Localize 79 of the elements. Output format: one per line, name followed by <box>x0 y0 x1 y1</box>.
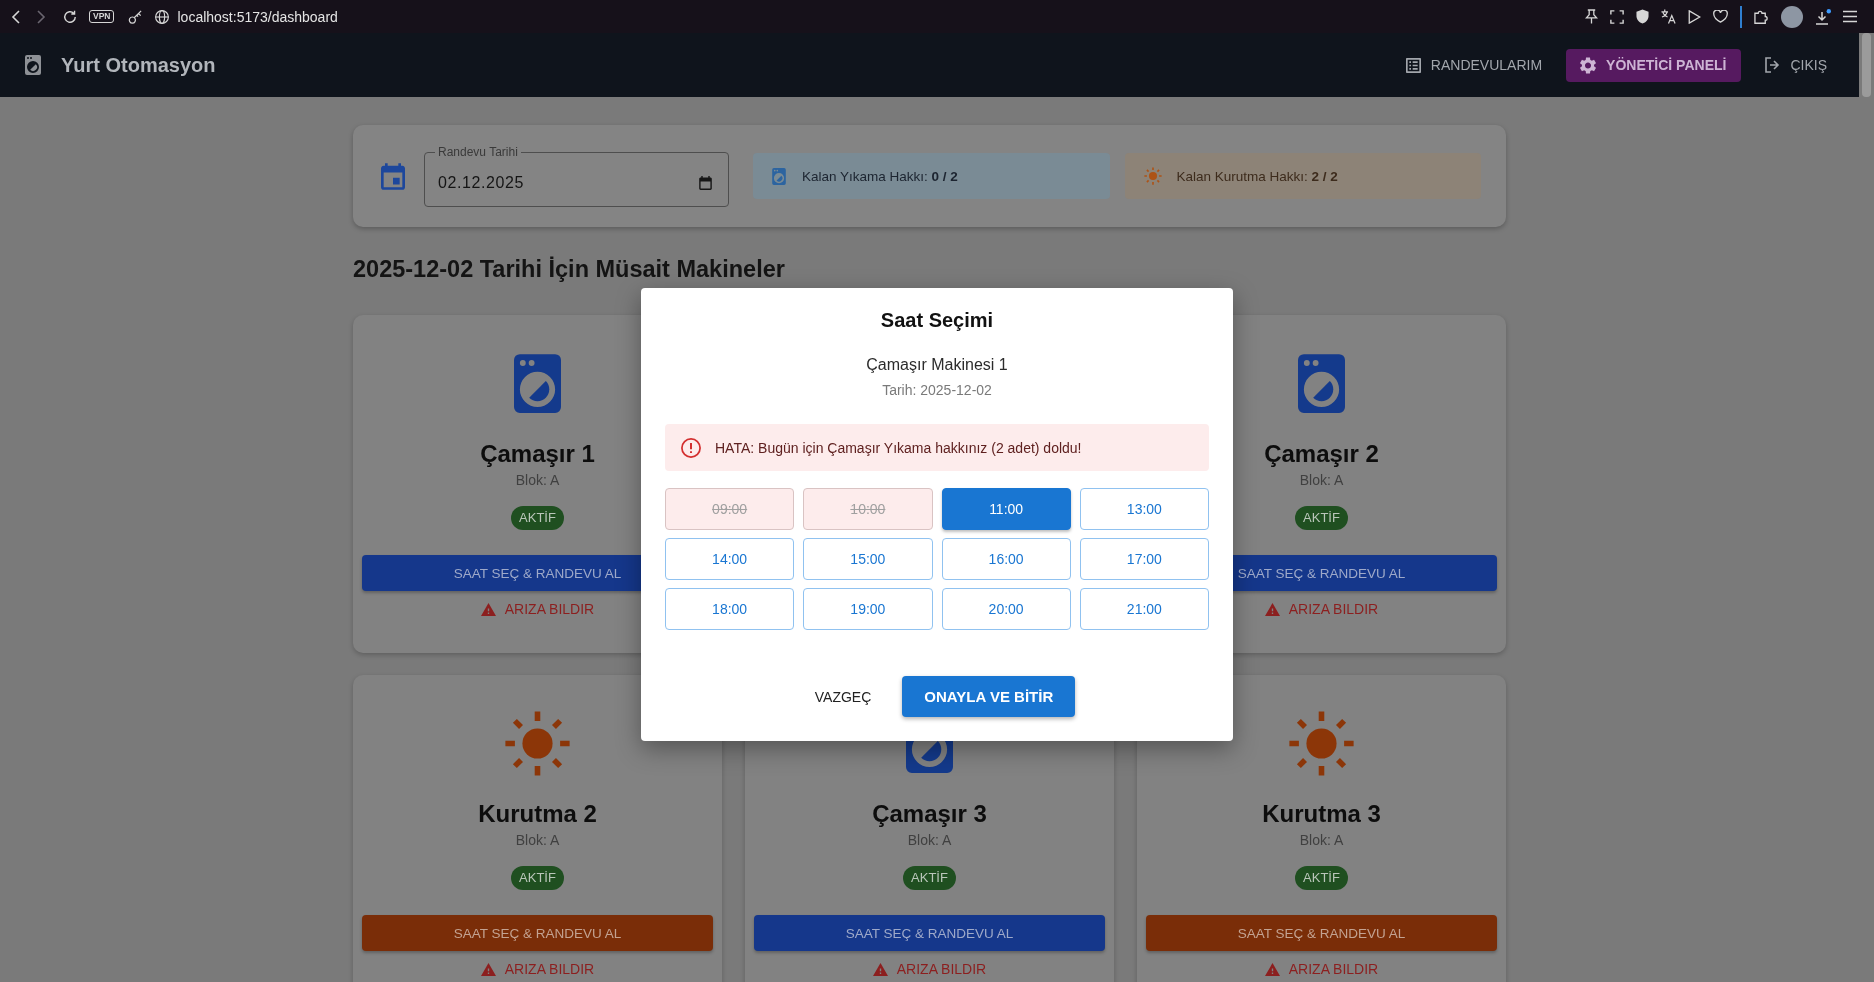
washer-icon <box>772 167 786 185</box>
status-badge: AKTİF <box>511 866 564 890</box>
warning-icon <box>1264 602 1280 616</box>
block-label: Blok: A <box>1299 831 1344 850</box>
book-button[interactable]: SAAT SEÇ & RANDEVU AL <box>754 915 1105 951</box>
avatar-icon[interactable] <box>1781 5 1803 28</box>
play-icon[interactable] <box>1688 9 1701 24</box>
status-badge: AKTİF <box>511 506 564 530</box>
time-slot-button[interactable]: 20:00 <box>941 588 1071 630</box>
warning-icon <box>480 962 496 976</box>
nav-button[interactable]: ÇIKIŞ <box>1753 48 1839 82</box>
machine-name: Çamaşır 3 <box>872 800 987 828</box>
date-label: Tarih: 2025-12-02 <box>881 381 993 399</box>
scrollbar-thumb[interactable] <box>1862 33 1871 97</box>
download-icon[interactable] <box>1815 8 1831 25</box>
puzzle-icon[interactable] <box>1754 9 1769 24</box>
time-slot-button[interactable]: 18:00 <box>665 588 795 630</box>
dialog-title: Saat Seçimi <box>879 308 995 333</box>
washer-icon <box>1298 353 1345 413</box>
warning-icon <box>480 602 496 616</box>
washer-icon <box>514 353 561 413</box>
cancel-button[interactable]: VAZGEÇ <box>798 676 888 717</box>
block-label: Blok: A <box>515 831 560 850</box>
globe-icon <box>155 9 170 24</box>
confirm-button[interactable]: ONAYLA VE BİTİR <box>902 676 1076 717</box>
date-field[interactable]: Randevu Tarihi 02.12.2025 <box>424 145 729 207</box>
error-message: HATA: Bugün için Çamaşır Yıkama hakkınız (2 adet) doldu! <box>715 439 1082 456</box>
url-text[interactable]: localhost:5173/dashboard <box>177 8 338 25</box>
status-badge: AKTİF <box>903 866 956 890</box>
sun-icon <box>1143 167 1162 185</box>
vpn-badge[interactable]: VPN <box>89 10 115 23</box>
book-button[interactable]: SAAT SEÇ & RANDEVU AL <box>362 915 713 951</box>
block-label: Blok: A <box>907 831 952 850</box>
nav-button[interactable]: YÖNETİCİ PANELİ <box>1566 48 1742 82</box>
time-slot-button[interactable]: 17:00 <box>1079 538 1209 580</box>
status-badge: AKTİF <box>1295 866 1348 890</box>
key-icon[interactable] <box>128 9 143 24</box>
back-icon[interactable] <box>11 9 20 24</box>
quota-text: Kalan Yıkama Hakkı: 0 / 2 <box>802 168 958 184</box>
time-slot-button[interactable]: 16:00 <box>941 538 1071 580</box>
time-slot-button[interactable]: 11:00 <box>941 488 1071 530</box>
forward-icon[interactable] <box>37 9 46 24</box>
machine-name: Çamaşır 1 <box>480 440 595 468</box>
frame-icon[interactable] <box>1610 9 1624 24</box>
time-slot-button[interactable]: 13:00 <box>1079 488 1209 530</box>
menu-icon[interactable] <box>1843 10 1857 23</box>
machine-name: Kurutma 3 <box>1262 800 1381 828</box>
settings-icon <box>1580 56 1597 74</box>
field-label: Randevu Tarihi <box>437 145 519 159</box>
time-slot-button[interactable]: 14:00 <box>665 538 795 580</box>
nav-button[interactable]: RANDEVULARIM <box>1393 48 1555 82</box>
sun-icon <box>504 709 571 777</box>
list-icon <box>1405 57 1421 73</box>
machine-name: Çamaşır 2 <box>1264 440 1379 468</box>
heart-icon[interactable] <box>1713 10 1728 23</box>
quota-text: Kalan Kurutma Hakkı: 2 / 2 <box>1176 168 1338 184</box>
shield-icon[interactable] <box>1636 9 1649 24</box>
time-slot-button[interactable]: 15:00 <box>803 538 933 580</box>
machine-name: Kurutma 2 <box>478 800 597 828</box>
time-slot-button[interactable]: 19:00 <box>803 588 933 630</box>
time-slot-button[interactable]: 21:00 <box>1079 588 1209 630</box>
section-title: 2025-12-02 Tarihi İçin Müsait Makineler <box>353 255 786 283</box>
reload-icon[interactable] <box>63 9 77 24</box>
warning-icon <box>1264 962 1280 976</box>
calendar-icon <box>381 162 405 190</box>
pin-icon[interactable] <box>1585 9 1598 24</box>
machine-name: Çamaşır Makinesi 1 <box>865 355 1009 375</box>
translate-icon[interactable] <box>1661 9 1676 24</box>
washer-icon <box>25 55 41 75</box>
calendar-icon[interactable] <box>699 175 712 190</box>
app-title: Yurt Otomasyon <box>61 53 216 77</box>
block-label: Blok: A <box>1299 471 1344 490</box>
logout-icon <box>1765 57 1781 73</box>
book-button[interactable]: SAAT SEÇ & RANDEVU AL <box>1146 915 1497 951</box>
block-label: Blok: A <box>515 471 560 490</box>
sun-icon <box>1288 709 1355 777</box>
status-badge: AKTİF <box>1295 506 1348 530</box>
error-icon <box>681 437 701 458</box>
warning-icon <box>872 962 888 976</box>
